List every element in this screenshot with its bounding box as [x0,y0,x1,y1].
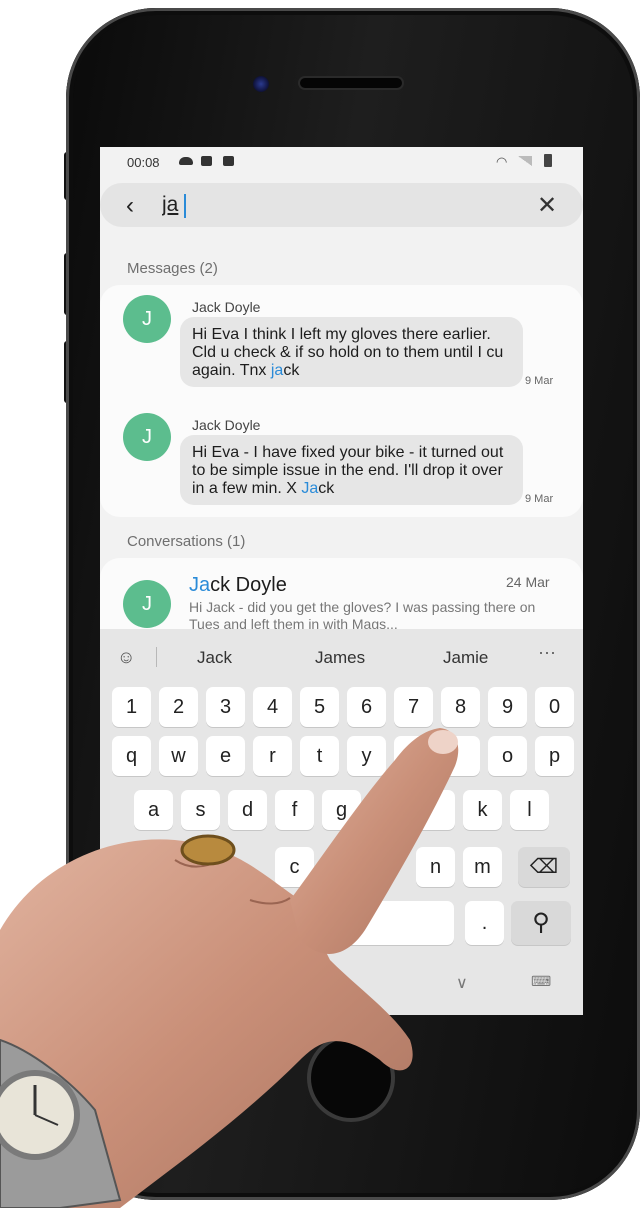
status-time: 00:08 [127,155,160,170]
suggestion-bar: ☺ Jack James Jamie ⋯ [100,629,583,685]
backspace-icon[interactable]: ⌫ [518,847,570,887]
status-bar: 00:08 ◠ [100,147,583,177]
key-1[interactable]: 1 [112,687,151,727]
conversation-name: Jack Doyle [189,574,287,597]
key-i[interactable] [441,736,480,776]
keyboard-icon[interactable]: ⌨ [531,973,551,990]
key-3[interactable]: 3 [206,687,245,727]
image-icon [201,156,212,166]
message-date: 9 Mar [525,375,554,387]
key-n[interactable]: n [416,847,455,887]
media-icon [223,156,234,166]
conversations-section-label: Conversations (1) [127,533,246,550]
key-e[interactable]: e [206,736,245,776]
wifi-icon: ◠ [496,154,508,169]
home-button[interactable] [307,1034,395,1122]
conversation-preview: Hi Jack - did you get the gloves? I was … [189,599,536,632]
key-k[interactable]: k [463,790,502,830]
messages-section-label: Messages (2) [127,260,218,277]
key-q[interactable]: q [112,736,151,776]
sender-name: Jack Doyle [192,299,261,315]
more-icon[interactable]: ⋯ [538,643,556,664]
sender-name: Jack Doyle [192,417,261,433]
photo-stage: 00:08 ◠ ‹ ✕ Messages (2) J Jack Doyle Hi… [0,0,640,1208]
suggestion-divider [156,647,157,667]
key-period[interactable]: . [465,901,504,945]
match-highlight: Ja [301,480,319,497]
key-0[interactable]: 0 [535,687,574,727]
avatar: J [123,295,171,343]
message-text-end: ck [318,480,335,497]
key-s[interactable]: s [181,790,220,830]
key-l[interactable]: l [510,790,549,830]
key-t[interactable]: t [300,736,339,776]
message-bubble: Hi Eva I think I left my gloves there ea… [180,317,523,387]
conversation-date: 24 Mar [506,574,550,590]
cloud-icon [179,157,193,165]
avatar: J [123,413,171,461]
match-highlight: ja [270,362,284,379]
emoji-swap-icon[interactable]: ☺ [117,647,135,668]
conversation-result[interactable]: J Jack Doyle 24 Mar Hi Jack - did you ge… [100,558,583,638]
search-icon[interactable]: ⚲ [511,901,571,945]
key-6[interactable]: 6 [347,687,386,727]
messages-card: J Jack Doyle Hi Eva I think I left my gl… [100,285,583,517]
search-input[interactable] [162,191,462,219]
message-text: Hi Eva - I have fixed your bike - it tur… [192,444,504,497]
key-p[interactable]: p [535,736,574,776]
phone-screen: 00:08 ◠ ‹ ✕ Messages (2) J Jack Doyle Hi… [100,147,583,1015]
message-text-end: ck [283,362,300,379]
conversation-name-rest: ck Doyle [210,574,287,596]
key-h[interactable] [369,790,408,830]
text-cursor [184,194,186,218]
key-9[interactable]: 9 [488,687,527,727]
key-7[interactable]: 7 [394,687,433,727]
battery-icon [544,154,552,167]
front-camera [253,76,269,92]
key-8[interactable]: 8 [441,687,480,727]
key-y[interactable]: y [347,736,386,776]
key-j[interactable] [416,790,455,830]
key-m[interactable]: m [463,847,502,887]
message-bubble: Hi Eva - I have fixed your bike - it tur… [180,435,523,505]
avatar: J [123,580,171,628]
key-g[interactable]: g [322,790,361,830]
space-key[interactable] [306,901,454,945]
back-icon[interactable]: ‹ [126,192,134,220]
message-result[interactable]: J Jack Doyle Hi Eva - I have fixed your … [100,403,583,515]
key-4[interactable]: 4 [253,687,292,727]
key-5[interactable]: 5 [300,687,339,727]
chevron-down-icon[interactable]: ∨ [456,973,468,993]
key-2[interactable]: 2 [159,687,198,727]
search-bar: ‹ ✕ [100,183,583,227]
match-highlight: Ja [189,574,211,596]
key-c[interactable]: c [275,847,314,887]
key-u[interactable] [394,736,433,776]
key-w[interactable]: w [159,736,198,776]
key-d[interactable]: d [228,790,267,830]
close-icon[interactable]: ✕ [537,191,557,220]
suggestion-item[interactable]: Jack [197,648,232,668]
message-result[interactable]: J Jack Doyle Hi Eva I think I left my gl… [100,285,583,397]
suggestion-item[interactable]: James [315,648,365,668]
earpiece-speaker [300,78,402,88]
message-text: Hi Eva I think I left my gloves there ea… [192,326,504,379]
key-o[interactable]: o [488,736,527,776]
message-date: 9 Mar [525,493,554,505]
key-f[interactable]: f [275,790,314,830]
key-r[interactable]: r [253,736,292,776]
signal-icon [518,156,532,166]
suggestion-item[interactable]: Jamie [443,648,488,668]
keyboard: ☺ Jack James Jamie ⋯ 1 2 3 4 5 6 7 8 9 0… [100,629,583,1015]
key-a[interactable]: a [134,790,173,830]
